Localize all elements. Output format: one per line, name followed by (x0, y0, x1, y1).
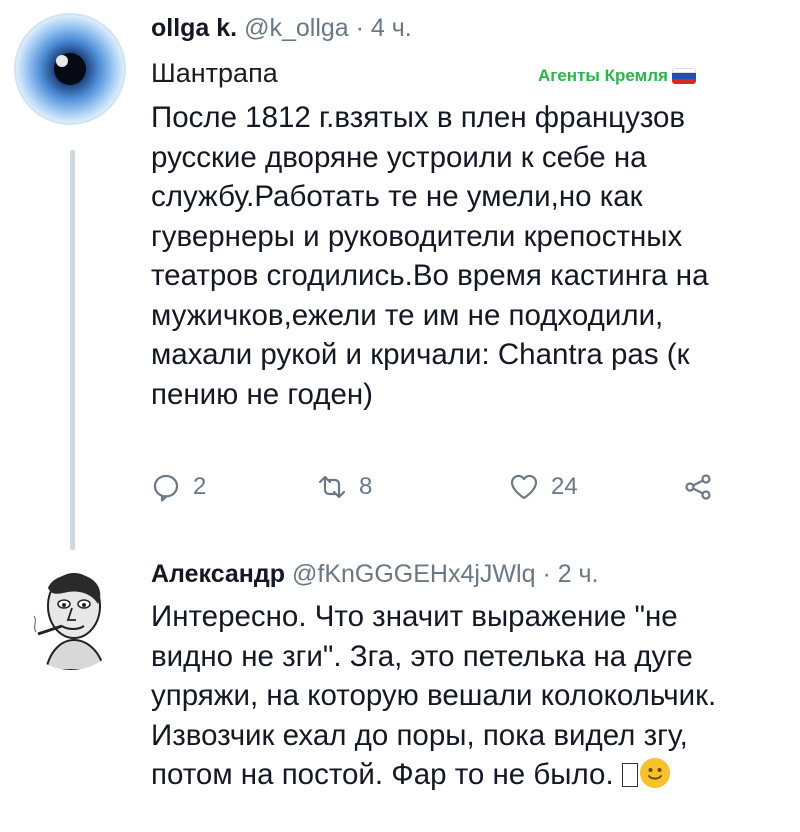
share-icon (685, 474, 711, 500)
tweet-header: Александр @fKnGGGEHx4jJWlq · 2 ч. (151, 560, 599, 589)
author-handle[interactable]: @k_ollga (244, 14, 349, 42)
action-bar: 2 8 24 (151, 468, 751, 508)
heart-icon (510, 474, 538, 500)
timestamp[interactable]: · 2 ч. (542, 560, 598, 588)
reply-count: 2 (193, 473, 207, 500)
reply-icon (153, 474, 179, 502)
tweet-ollga[interactable]: ollga k. @k_ollga · 4 ч. Шантрапа Агенты… (0, 0, 800, 560)
thread-line (70, 150, 75, 550)
badge-label: Агенты Кремля (538, 66, 696, 86)
retweet-icon (318, 475, 346, 499)
tweet-body: После 1812 г.взятых в плен французов рус… (151, 101, 709, 411)
retweet-button[interactable]: 8 (317, 468, 372, 506)
tweet-header: ollga k. @k_ollga · 4 ч. (151, 14, 412, 43)
share-button[interactable] (683, 468, 713, 506)
reply-button[interactable]: 2 (151, 468, 206, 506)
smile-emoji-icon (639, 758, 670, 788)
like-count: 24 (551, 473, 578, 500)
reply-subtitle: Шантрапа (151, 58, 278, 88)
author-name[interactable]: ollga k. (151, 14, 237, 42)
author-handle[interactable]: @fKnGGGEHx4jJWlq (292, 560, 535, 588)
retweet-count: 8 (359, 473, 373, 500)
author-name[interactable]: Александр (151, 560, 285, 588)
missing-glyph-icon (621, 763, 638, 787)
timestamp[interactable]: · 4 ч. (356, 14, 412, 42)
avatar-caricature[interactable] (16, 558, 126, 670)
tweet-aleksandr[interactable]: Александр @fKnGGGEHx4jJWlq · 2 ч. Интере… (0, 558, 800, 832)
badge-text: Агенты Кремля (538, 66, 668, 85)
tweet-body: Интересно. Что значит выражение "не видн… (151, 597, 800, 795)
avatar-eye[interactable] (14, 13, 126, 125)
russian-flag-icon (671, 68, 696, 84)
like-button[interactable]: 24 (509, 468, 578, 506)
